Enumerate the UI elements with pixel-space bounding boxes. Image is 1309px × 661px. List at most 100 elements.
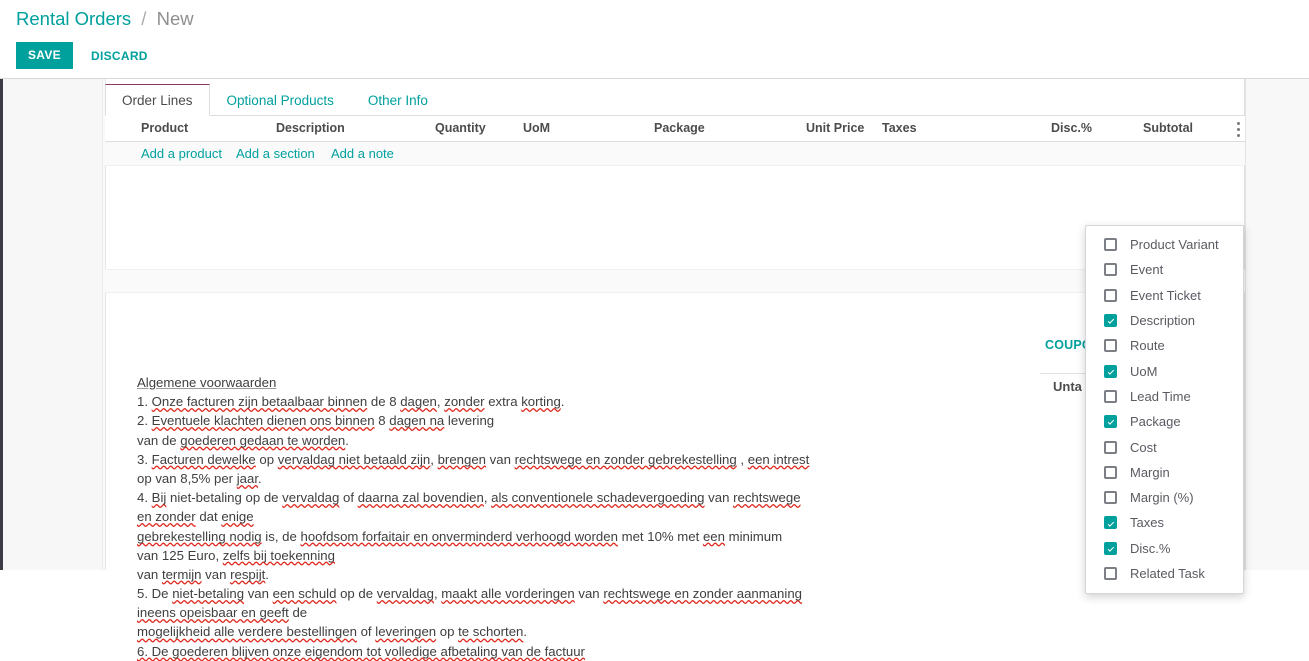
add-a-section-link[interactable]: Add a section bbox=[236, 146, 315, 161]
optional-column-label: Margin (%) bbox=[1130, 490, 1194, 506]
add-a-product-link[interactable]: Add a product bbox=[141, 146, 222, 161]
optional-column-label: Disc.% bbox=[1130, 540, 1171, 556]
tab-order-lines[interactable]: Order Lines bbox=[105, 84, 210, 116]
text-run: 8 bbox=[374, 413, 390, 429]
spellcheck-run: rechtswege bbox=[733, 490, 801, 506]
tab-label: Other Info bbox=[367, 93, 428, 108]
text-run: . bbox=[265, 566, 269, 582]
optional-column-disc-[interactable]: Disc.% bbox=[1086, 536, 1243, 561]
text-run: . bbox=[560, 394, 565, 410]
optional-column-lead-time[interactable]: Lead Time bbox=[1086, 384, 1243, 409]
optional-column-event-ticket[interactable]: Event Ticket bbox=[1086, 283, 1243, 308]
checkbox-checked-icon[interactable] bbox=[1104, 541, 1117, 555]
optional-column-description[interactable]: Description bbox=[1086, 308, 1243, 333]
text-run: niet-betaling op de bbox=[166, 490, 283, 506]
optional-column-taxes[interactable]: Taxes bbox=[1086, 510, 1243, 535]
optional-column-margin-[interactable]: Margin (%) bbox=[1086, 485, 1243, 510]
optional-column-label: Event bbox=[1130, 262, 1164, 278]
spellcheck-run: Onze facturen zijn betaalbaar binnen bbox=[151, 394, 368, 410]
tab-other-info[interactable]: Other Info bbox=[351, 84, 445, 116]
text-run: levering bbox=[444, 413, 495, 429]
breadcrumb-root-link[interactable]: Rental Orders bbox=[16, 8, 131, 29]
spellcheck-run: een schuld bbox=[272, 586, 337, 602]
terms-line: 6. De goederen blijven onze eigendom tot… bbox=[137, 642, 837, 661]
spellcheck-run: Eventuele klachten dienen ons binnen bbox=[151, 413, 375, 429]
tab-optional-products[interactable]: Optional Products bbox=[210, 84, 351, 116]
terms-line: 1. Onze facturen zijn betaalbaar binnen … bbox=[137, 392, 837, 411]
spellcheck-run: leveringen bbox=[375, 624, 437, 640]
optional-column-uom[interactable]: UoM bbox=[1086, 358, 1243, 383]
text-run: op van 8,5% per bbox=[137, 470, 237, 486]
checkbox-checked-icon[interactable] bbox=[1104, 314, 1117, 328]
optional-column-margin[interactable]: Margin bbox=[1086, 460, 1243, 485]
terms-line: mogelijkheid alle verdere bestellingen o… bbox=[137, 622, 837, 641]
spellcheck-run: dagen na bbox=[389, 413, 445, 429]
text-run: . bbox=[523, 624, 528, 640]
terms-line: en zonder dat enige bbox=[137, 507, 837, 526]
text-run: de 8 bbox=[367, 394, 401, 410]
tab-label: Optional Products bbox=[226, 93, 334, 108]
spellcheck-run: maakt alle vorderingen bbox=[441, 586, 575, 602]
text-run: van de bbox=[137, 432, 181, 448]
column-header-product: Product bbox=[141, 121, 189, 135]
text-run: of bbox=[339, 490, 358, 506]
spellcheck-run: zonder bbox=[444, 394, 485, 410]
checkbox-checked-icon[interactable] bbox=[1104, 364, 1117, 378]
terms-and-conditions-text[interactable]: Algemene voorwaarden 1. Onze facturen zij… bbox=[137, 373, 837, 661]
checkbox-checked-icon[interactable] bbox=[1104, 415, 1117, 429]
spellcheck-run: termijn bbox=[161, 566, 202, 582]
optional-columns-dropdown: Product Variant Event Event Ticket Descript… bbox=[1085, 225, 1244, 595]
text-run: 3. bbox=[137, 451, 152, 467]
checkbox-unchecked-icon[interactable] bbox=[1104, 263, 1117, 277]
terms-line: Algemene voorwaarden bbox=[137, 373, 837, 392]
optional-column-event[interactable]: Event bbox=[1086, 257, 1243, 282]
spellcheck-run: korting bbox=[521, 394, 561, 410]
spellcheck-run: vervaldag niet betaald zijn bbox=[277, 451, 431, 467]
save-button[interactable]: SAVE bbox=[16, 42, 73, 69]
checkbox-unchecked-icon[interactable] bbox=[1104, 339, 1117, 353]
spellcheck-run: mogelijkheid alle verdere bestellingen bbox=[137, 624, 357, 640]
spellcheck-run: goederen gedaan te worden bbox=[180, 432, 346, 448]
text-run: van bbox=[201, 566, 231, 582]
checkbox-unchecked-icon[interactable] bbox=[1104, 238, 1117, 252]
text-run: 5. De bbox=[137, 586, 173, 602]
checkbox-unchecked-icon[interactable] bbox=[1104, 440, 1117, 454]
checkbox-unchecked-icon[interactable] bbox=[1104, 465, 1117, 479]
optional-column-package[interactable]: Package bbox=[1086, 409, 1243, 434]
record-action-buttons: SAVE DISCARD bbox=[16, 42, 154, 69]
spellcheck-run: vervaldag bbox=[282, 490, 340, 506]
text-run: 2. bbox=[137, 413, 152, 429]
discard-button[interactable]: DISCARD bbox=[85, 42, 154, 69]
column-header-unit-price: Unit Price bbox=[806, 121, 865, 135]
text-run: van bbox=[137, 566, 162, 582]
untaxed-amount-label: Unta bbox=[1053, 379, 1082, 394]
text-run: extra bbox=[484, 394, 522, 410]
spellcheck-run: vervaldag bbox=[376, 586, 434, 602]
optional-column-label: Cost bbox=[1130, 439, 1157, 455]
vertical-ellipsis-icon[interactable] bbox=[1231, 119, 1245, 139]
text-run: van bbox=[486, 451, 515, 467]
text-run: of bbox=[356, 624, 376, 640]
terms-line: op van 8,5% per jaar. bbox=[137, 469, 837, 488]
text-run: dat bbox=[195, 509, 222, 525]
checkbox-unchecked-icon[interactable] bbox=[1104, 288, 1117, 302]
terms-line: van 125 Euro, zelfs bij toekenning bbox=[137, 546, 837, 565]
text-run: op bbox=[255, 451, 278, 467]
optional-column-related-task[interactable]: Related Task bbox=[1086, 561, 1243, 586]
optional-column-product-variant[interactable]: Product Variant bbox=[1086, 232, 1243, 257]
optional-column-route[interactable]: Route bbox=[1086, 333, 1243, 358]
notebook-tabs: Order Lines Optional Products Other Info bbox=[105, 84, 1245, 116]
optional-column-cost[interactable]: Cost bbox=[1086, 434, 1243, 459]
spellcheck-run: een bbox=[702, 528, 725, 544]
spellcheck-run: te schorten bbox=[458, 624, 524, 640]
left-gutter bbox=[3, 79, 103, 570]
terms-line: 2. Eventuele klachten dienen ons binnen … bbox=[137, 411, 837, 430]
add-a-note-link[interactable]: Add a note bbox=[331, 146, 394, 161]
optional-column-label: Related Task bbox=[1130, 566, 1205, 581]
checkbox-unchecked-icon[interactable] bbox=[1104, 567, 1117, 580]
checkbox-unchecked-icon[interactable] bbox=[1104, 491, 1117, 505]
checkbox-checked-icon[interactable] bbox=[1104, 516, 1117, 530]
spellcheck-run: enige bbox=[221, 509, 254, 525]
checkbox-unchecked-icon[interactable] bbox=[1104, 389, 1117, 403]
control-panel: Rental Orders / New SAVE DISCARD bbox=[0, 0, 1309, 79]
